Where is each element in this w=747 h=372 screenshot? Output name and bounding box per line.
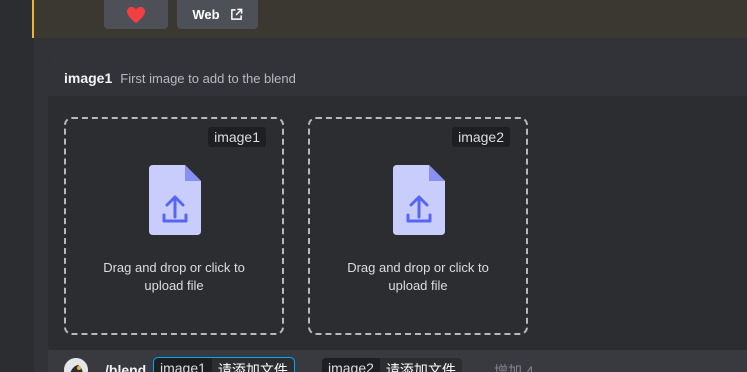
message-background: Web <box>34 0 747 38</box>
upload-file-icon <box>393 165 445 235</box>
external-link-icon <box>230 8 242 20</box>
chip-value: 请添加文件 <box>211 358 294 372</box>
option-description: First image to add to the blend <box>120 70 296 86</box>
chip-key: image1 <box>154 358 212 372</box>
dropzone-instructions: Drag and drop or click to upload file <box>310 259 526 295</box>
heart-button[interactable] <box>104 0 168 29</box>
command-chip-image1[interactable]: image1 请添加文件 <box>153 357 295 372</box>
left-rail <box>0 0 34 372</box>
dropzone-tag: image2 <box>452 127 510 147</box>
option-name: image1 <box>64 70 113 86</box>
chip-value: 请添加文件 <box>379 358 462 372</box>
dropzone-line2: upload file <box>144 278 204 293</box>
web-link-button[interactable]: Web <box>177 0 258 29</box>
dropzone-line1: Drag and drop or click to <box>347 260 489 275</box>
command-input-bar[interactable]: /blend image1 请添加文件 image2 请添加文件 增加 4 <box>48 350 747 372</box>
option-panel: image1 First image to add to the blend i… <box>48 60 747 350</box>
command-chip-image2[interactable]: image2 请添加文件 <box>322 358 462 372</box>
dropzone-line1: Drag and drop or click to <box>103 260 245 275</box>
dropzone-image2[interactable]: image2 Drag and drop or click to upload … <box>308 117 528 335</box>
dropzone-line2: upload file <box>388 278 448 293</box>
chip-key: image2 <box>322 358 380 372</box>
dropzone-image1[interactable]: image1 Drag and drop or click to upload … <box>64 117 284 335</box>
slash-command-name: /blend <box>105 362 147 372</box>
upload-file-icon <box>149 165 201 235</box>
more-options-label[interactable]: 增加 4 <box>494 361 534 372</box>
heart-icon <box>127 6 145 23</box>
web-label: Web <box>192 7 220 22</box>
dropzone-instructions: Drag and drop or click to upload file <box>66 259 282 295</box>
dropzone-tag: image1 <box>208 127 266 147</box>
option-header: image1 First image to add to the blend <box>48 60 747 96</box>
avatar <box>64 358 88 372</box>
